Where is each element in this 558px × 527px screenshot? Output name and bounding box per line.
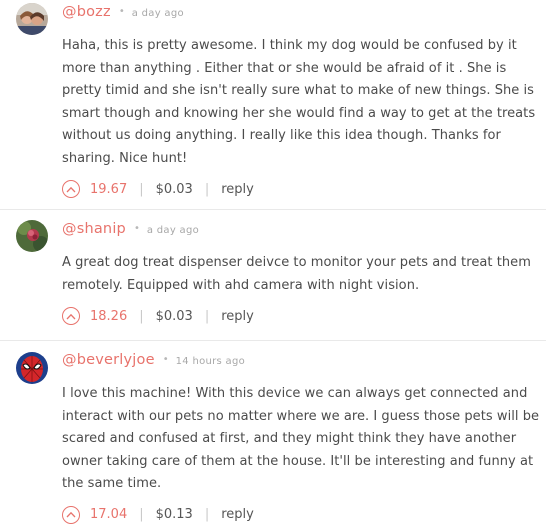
comment-text: Haha, this is pretty awesome. I think my…	[62, 38, 536, 166]
divider-bar: |	[139, 181, 144, 197]
comment-text: A great dog treat dispenser deivce to mo…	[62, 255, 531, 293]
reply-link[interactable]: reply	[221, 182, 254, 197]
comment-actions: 17.04 | $0.13 | reply	[62, 504, 546, 526]
comment-divider	[0, 209, 546, 210]
chevron-up-icon	[66, 511, 76, 518]
separator-dot: •	[118, 6, 125, 17]
payout-value: $0.13	[155, 507, 193, 522]
spiderman-avatar-icon	[16, 352, 48, 384]
chevron-up-icon	[66, 186, 76, 192]
comment-time[interactable]: 14 hours ago	[176, 356, 245, 367]
comment-text: I love this machine! With this device we…	[62, 386, 540, 491]
separator-dot: •	[162, 354, 169, 365]
user-photo-avatar-icon	[16, 3, 48, 35]
comment-author[interactable]: @beverlyjoe	[62, 352, 155, 368]
reply-link[interactable]: reply	[221, 309, 254, 324]
comment-actions: 19.67 | $0.03 | reply	[62, 178, 546, 200]
comment-time[interactable]: a day ago	[147, 225, 199, 236]
comment-author[interactable]: @shanip	[62, 221, 126, 237]
avatar[interactable]	[16, 352, 48, 384]
avatar[interactable]	[16, 220, 48, 252]
divider-bar: |	[139, 308, 144, 324]
vote-score: 18.26	[90, 308, 128, 324]
comment-divider	[0, 340, 546, 341]
divider-bar: |	[204, 507, 210, 522]
chevron-up-icon	[66, 313, 76, 319]
reply-link[interactable]: reply	[221, 507, 254, 522]
divider-bar: |	[139, 507, 144, 522]
divider-bar: |	[204, 308, 210, 324]
upvote-button[interactable]	[62, 505, 80, 524]
avatar[interactable]	[16, 3, 48, 35]
vote-score: 19.67	[90, 181, 128, 197]
vote-score: 17.04	[90, 507, 128, 522]
comment-actions: 18.26 | $0.03 | reply	[62, 305, 546, 327]
comment-author[interactable]: @bozz	[62, 4, 111, 20]
payout-value: $0.03	[155, 181, 193, 197]
divider-bar: |	[204, 181, 210, 197]
separator-dot: •	[133, 223, 140, 234]
upvote-button[interactable]	[62, 307, 80, 325]
payout-value: $0.03	[155, 308, 193, 324]
upvote-button[interactable]	[62, 180, 80, 198]
comment-time[interactable]: a day ago	[132, 8, 184, 19]
flower-avatar-icon	[16, 220, 48, 252]
